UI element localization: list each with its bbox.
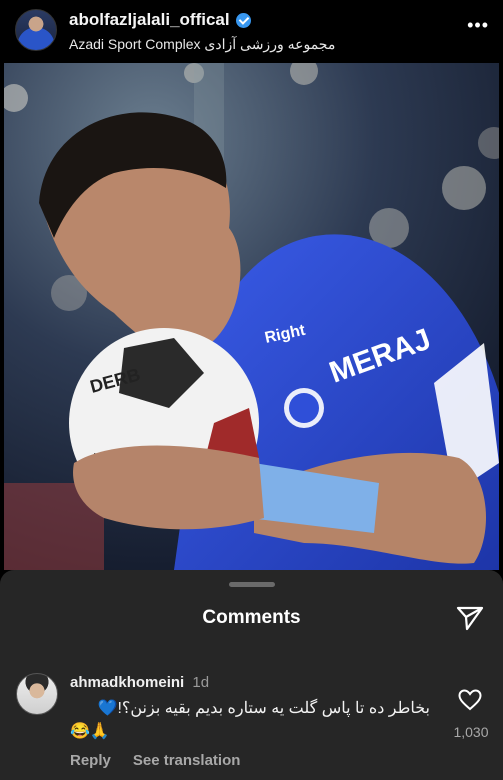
profile-avatar[interactable] xyxy=(15,9,57,51)
comments-title: Comments xyxy=(202,607,301,628)
comment-avatar[interactable] xyxy=(16,673,58,715)
comment-emoji: 😂🙏 xyxy=(70,723,110,740)
heart-icon[interactable] xyxy=(458,689,482,711)
post-location[interactable]: Azadi Sport Complex مجموعه ورزشی آزادی xyxy=(69,36,335,53)
comment-username[interactable]: ahmadkhomeini xyxy=(70,674,184,691)
verified-badge-icon xyxy=(235,12,251,28)
like-count: 1,030 xyxy=(453,724,489,740)
player-illustration: DERB MERAJ Right xyxy=(4,63,499,570)
sheet-drag-handle[interactable] xyxy=(229,582,275,587)
see-translation-button[interactable]: See translation xyxy=(133,752,241,769)
send-icon[interactable] xyxy=(455,602,485,632)
comment-time: 1d xyxy=(192,674,210,691)
post-photo[interactable]: DERB MERAJ Right xyxy=(4,63,499,570)
username-row: abolfazljalali_offical xyxy=(69,10,251,30)
comment-meta: ahmadkhomeini 1d xyxy=(70,674,209,691)
post-username[interactable]: abolfazljalali_offical xyxy=(69,10,230,30)
more-options-icon[interactable]: ••• xyxy=(467,16,489,34)
comment-text: بخاطر ده تا پاس گلت یه ستاره بدیم بقیه ب… xyxy=(97,700,430,717)
comments-sheet: Comments ahmadkhomeini 1d بخاطر ده تا پا… xyxy=(0,570,503,780)
reply-button[interactable]: Reply xyxy=(70,752,111,769)
comment-actions: Reply See translation xyxy=(70,752,240,769)
post-header: abolfazljalali_offical Azadi Sport Compl… xyxy=(0,0,503,62)
